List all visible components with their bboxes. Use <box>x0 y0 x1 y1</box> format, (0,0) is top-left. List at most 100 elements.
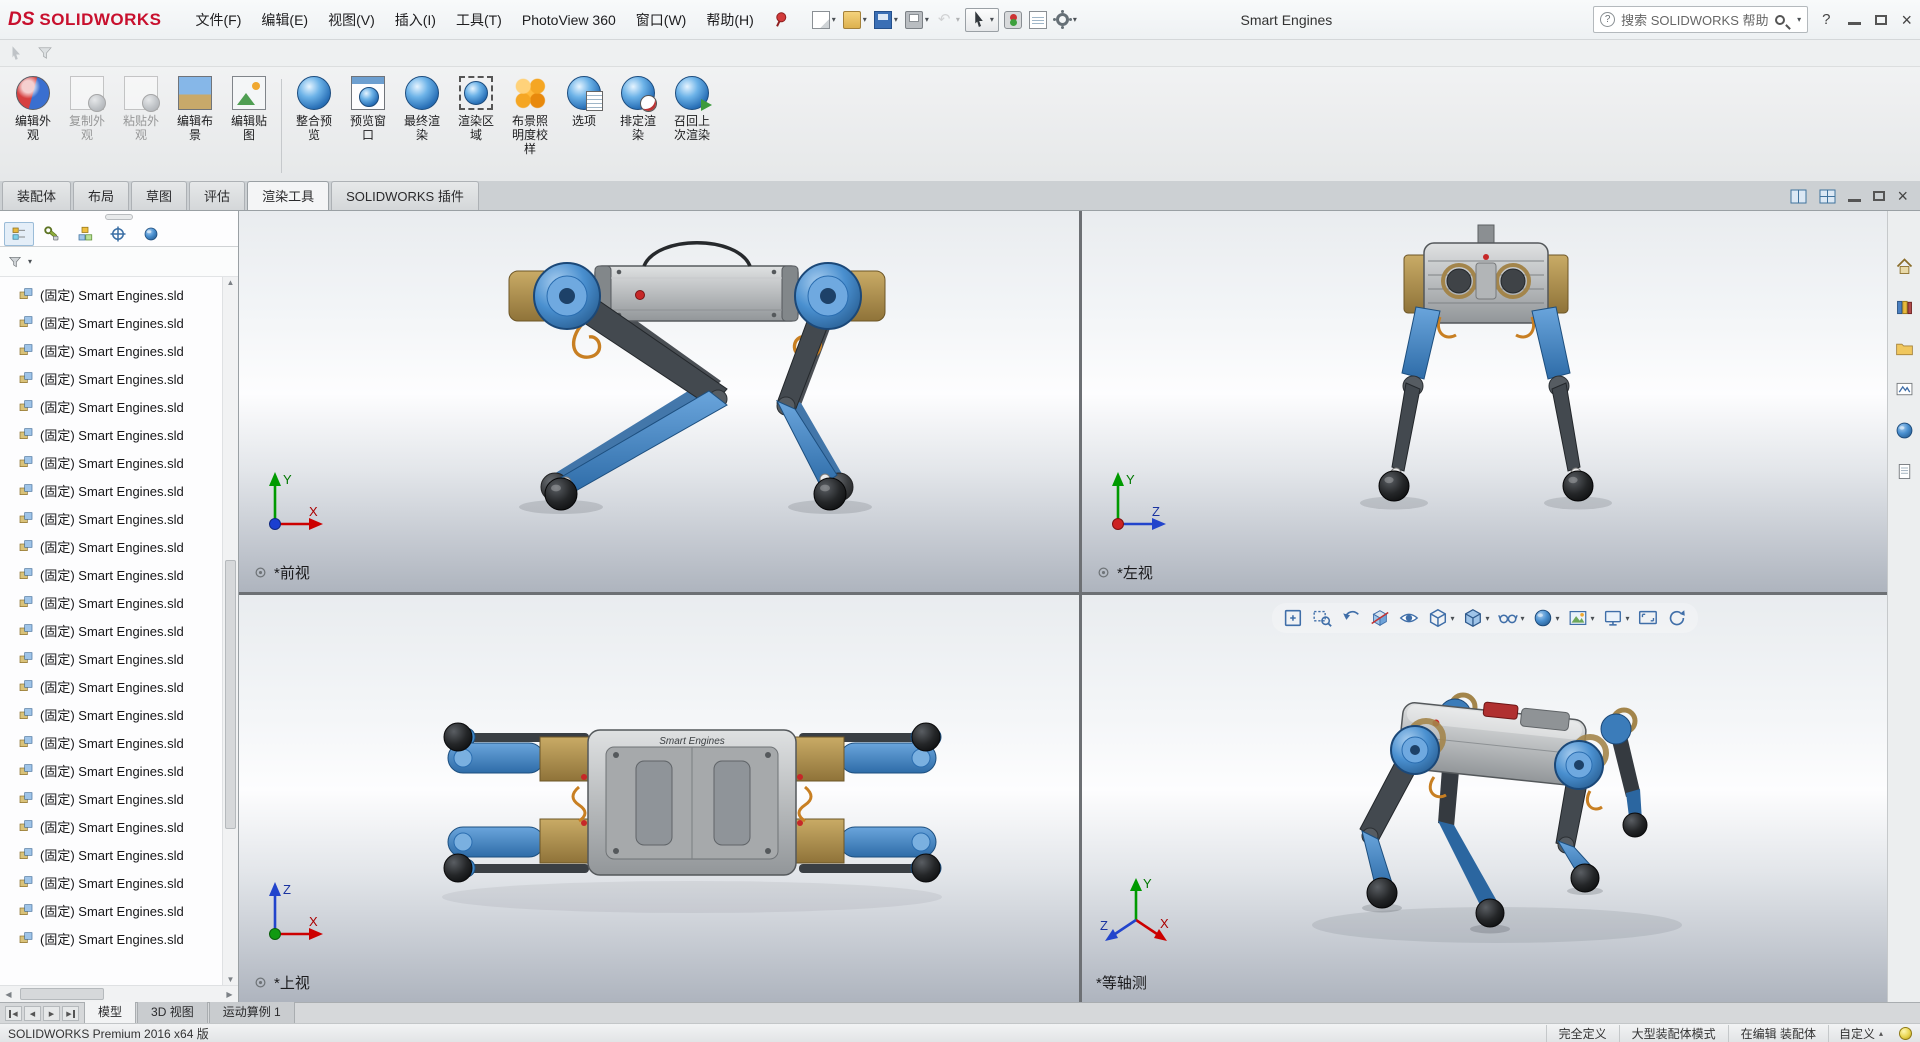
last-tab-button[interactable]: ▶ <box>62 1006 79 1021</box>
tree-item[interactable]: (固定) Smart Engines.sld <box>6 896 222 924</box>
tab-sketch[interactable]: 草图 <box>131 181 187 210</box>
displaymanager-tab[interactable] <box>136 222 166 246</box>
status-sphere-icon[interactable] <box>1899 1027 1912 1040</box>
copy-appearance-button[interactable]: 复制外观 <box>60 71 114 142</box>
photoview-options-button[interactable]: 选项 <box>557 71 611 156</box>
display-style-button[interactable]: ▾ <box>1459 605 1491 631</box>
filter-tool-icon[interactable] <box>36 44 54 62</box>
zoom-to-area-button[interactable]: ▾ <box>1308 605 1334 631</box>
viewport-left[interactable]: Y Z *左视 <box>1082 211 1887 592</box>
minimize-app-button[interactable] <box>1848 22 1861 25</box>
dropdown-caret-icon[interactable]: ▾ <box>1556 614 1560 623</box>
section-view-button[interactable]: ▾ <box>1366 605 1392 631</box>
final-render-button[interactable]: 最终渲染 <box>395 71 449 156</box>
apply-scene-button[interactable]: ▾ <box>1565 605 1597 631</box>
tree-item[interactable]: (固定) Smart Engines.sld <box>6 504 222 532</box>
design-library-button[interactable] <box>1891 294 1917 320</box>
propertymanager-tab[interactable] <box>37 222 67 246</box>
tree-item[interactable]: (固定) Smart Engines.sld <box>6 616 222 644</box>
tab-solidworks-addins[interactable]: SOLIDWORKS 插件 <box>331 181 479 210</box>
tree-item[interactable]: (固定) Smart Engines.sld <box>6 336 222 364</box>
dropdown-caret-icon[interactable]: ▾ <box>1485 614 1489 623</box>
appearances-scenes-button[interactable] <box>1891 417 1917 443</box>
help-button[interactable]: ? <box>1818 11 1834 28</box>
scrollbar-thumb[interactable] <box>225 560 236 829</box>
scroll-up-icon[interactable]: ▲ <box>227 278 235 287</box>
view-palette-button[interactable] <box>1891 376 1917 402</box>
hide-show-items-button[interactable]: ▾ <box>1494 605 1526 631</box>
rebuild-button[interactable]: ▾ <box>1002 9 1024 31</box>
dropdown-caret-icon[interactable]: ▾ <box>832 15 836 24</box>
rotate-view-button[interactable]: ▾ <box>1664 605 1690 631</box>
tree-item[interactable]: (固定) Smart Engines.sld <box>6 588 222 616</box>
search-scope-icon[interactable]: ? <box>1600 12 1615 27</box>
file-explorer-button[interactable] <box>1891 335 1917 361</box>
menu-photoview-360[interactable]: PhotoView 360 <box>512 6 626 34</box>
print-button[interactable]: ▾ <box>903 9 931 31</box>
new-document-button[interactable]: ▾ <box>810 9 838 31</box>
motion-study-1-tab[interactable]: 运动算例 1 <box>209 1000 295 1023</box>
restore-window-button[interactable] <box>1873 191 1885 201</box>
integrated-preview-button[interactable]: 整合预览 <box>287 71 341 156</box>
search-caret-icon[interactable]: ▾ <box>1797 15 1801 24</box>
maximize-app-button[interactable] <box>1875 15 1887 25</box>
search-icon[interactable] <box>1775 15 1785 25</box>
close-app-button[interactable]: × <box>1901 12 1912 28</box>
dropdown-caret-icon[interactable]: ▾ <box>925 15 929 24</box>
menu-file[interactable]: 文件(F) <box>186 6 252 34</box>
tree-item[interactable]: (固定) Smart Engines.sld <box>6 280 222 308</box>
close-window-button[interactable]: × <box>1897 188 1908 204</box>
dropdown-caret-icon[interactable]: ▾ <box>863 15 867 24</box>
filter-caret-icon[interactable]: ▾ <box>28 257 32 266</box>
view-settings-button[interactable]: ▾ <box>1600 605 1632 631</box>
configurationmanager-tab[interactable] <box>70 222 100 246</box>
menu-edit[interactable]: 编辑(E) <box>251 6 318 34</box>
filter-input[interactable] <box>35 252 231 272</box>
minimize-window-button[interactable] <box>1848 199 1861 202</box>
status-customize-button[interactable]: 自定义▴ <box>1828 1025 1893 1042</box>
tree-item[interactable]: (固定) Smart Engines.sld <box>6 728 222 756</box>
dropdown-caret-icon[interactable]: ▾ <box>956 15 960 24</box>
open-document-button[interactable]: ▾ <box>841 9 869 31</box>
dynamic-annotation-views-button[interactable]: ▾ <box>1395 605 1421 631</box>
scene-illumination-proof-button[interactable]: 布景照明度校样 <box>503 71 557 156</box>
schedule-render-button[interactable]: 排定渲染 <box>611 71 665 156</box>
viewport-isometric[interactable]: ▾ ▾ ▾ ▾ <box>1082 595 1887 1002</box>
tree-item[interactable]: (固定) Smart Engines.sld <box>6 448 222 476</box>
view-orientation-button[interactable]: ▾ <box>1424 605 1456 631</box>
viewport-top[interactable]: Smart Engines Z X *上视 <box>239 595 1079 1002</box>
tab-assembly[interactable]: 装配体 <box>2 181 71 210</box>
tree-item[interactable]: (固定) Smart Engines.sld <box>6 924 222 952</box>
tree-item[interactable]: (固定) Smart Engines.sld <box>6 476 222 504</box>
paste-appearance-button[interactable]: 粘贴外观 <box>114 71 168 142</box>
dropdown-caret-icon[interactable]: ▾ <box>1591 614 1595 623</box>
filter-funnel-icon[interactable] <box>7 254 23 270</box>
menu-insert[interactable]: 插入(I) <box>385 6 446 34</box>
panel-collapse-handle[interactable] <box>105 214 133 220</box>
edit-scene-button[interactable]: 编辑布景 <box>168 71 222 142</box>
featuremanager-tab[interactable] <box>4 222 34 246</box>
scroll-left-icon[interactable]: ◀ <box>0 990 17 999</box>
dropdown-caret-icon[interactable]: ▾ <box>894 15 898 24</box>
menu-tools[interactable]: 工具(T) <box>446 6 512 34</box>
tile-vertical-icon[interactable] <box>1790 189 1807 204</box>
tab-evaluate[interactable]: 评估 <box>189 181 245 210</box>
tree-item[interactable]: (固定) Smart Engines.sld <box>6 700 222 728</box>
tree-item[interactable]: (固定) Smart Engines.sld <box>6 784 222 812</box>
custom-properties-button[interactable] <box>1891 458 1917 484</box>
dimxpertmanager-tab[interactable] <box>103 222 133 246</box>
preview-window-button[interactable]: 预览窗口 <box>341 71 395 156</box>
menu-help[interactable]: 帮助(H) <box>696 6 763 34</box>
dropdown-caret-icon[interactable]: ▾ <box>1520 614 1524 623</box>
tile-grid-icon[interactable] <box>1819 189 1836 204</box>
dropdown-caret-icon[interactable]: ▾ <box>1450 614 1454 623</box>
vertical-splitter[interactable] <box>1079 211 1082 1002</box>
solidworks-resources-button[interactable] <box>1891 253 1917 279</box>
edit-appearance-hud-button[interactable]: ▾ <box>1530 605 1562 631</box>
file-properties-button[interactable]: ▾ <box>1027 9 1049 31</box>
tree-item[interactable]: (固定) Smart Engines.sld <box>6 756 222 784</box>
select-button[interactable]: ▾ <box>965 8 999 32</box>
previous-tab-button[interactable]: ◀ <box>24 1006 41 1021</box>
tab-render-tools[interactable]: 渲染工具 <box>247 181 329 210</box>
tree-item[interactable]: (固定) Smart Engines.sld <box>6 364 222 392</box>
